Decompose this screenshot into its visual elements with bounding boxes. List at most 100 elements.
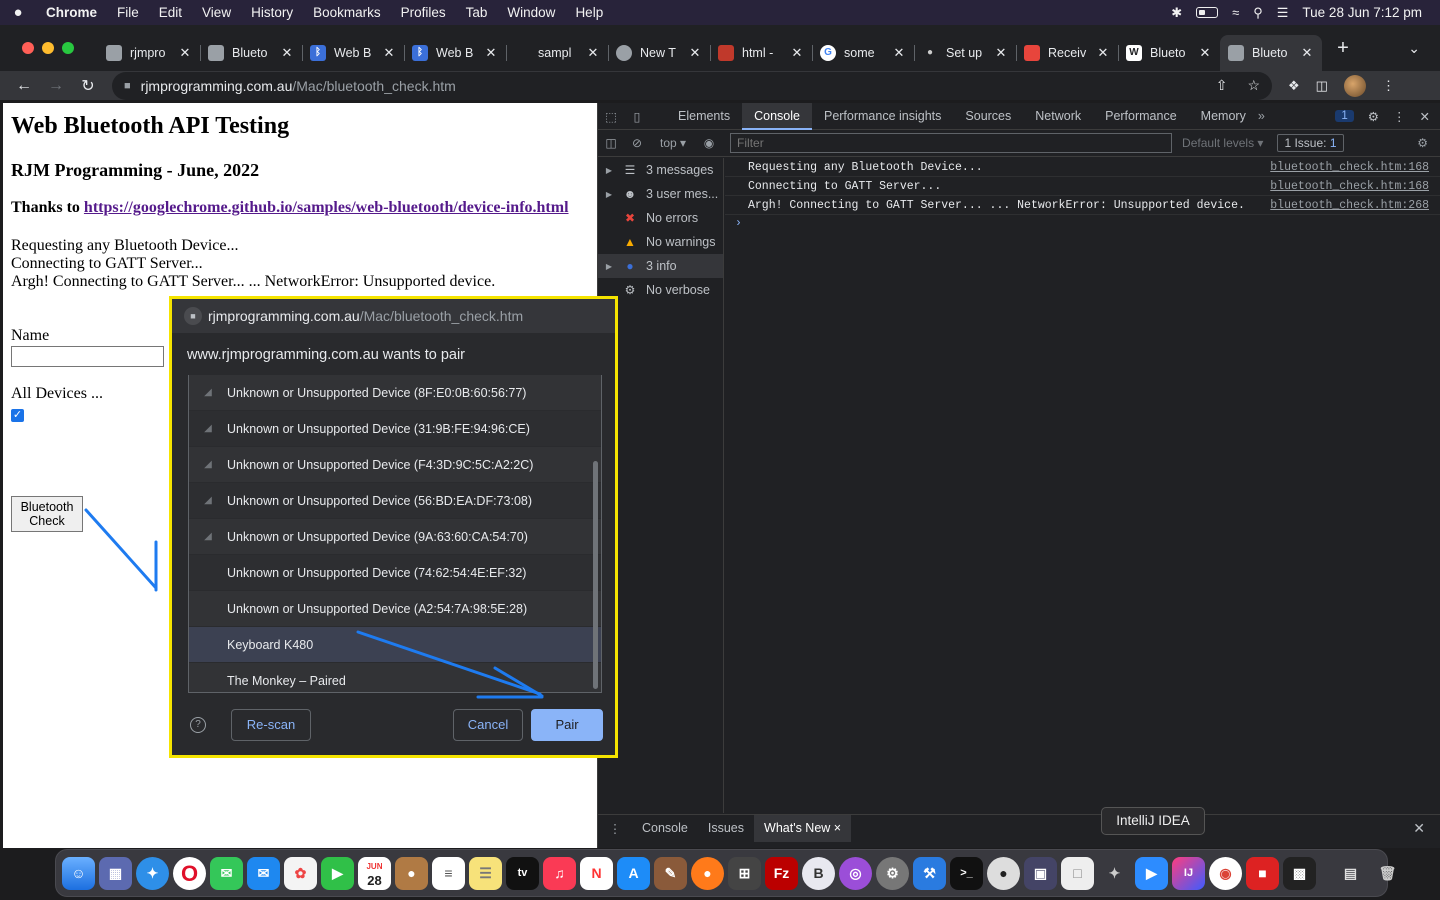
control-center-icon[interactable]: ☰	[1277, 5, 1289, 21]
menu-profiles[interactable]: Profiles	[391, 5, 456, 20]
device-list[interactable]: ◢ Unknown or Unsupported Device (8F:E0:0B…	[188, 375, 602, 693]
tab-close-icon[interactable]: ✕	[586, 45, 600, 61]
tab-performance[interactable]: Performance	[1093, 103, 1189, 130]
contacts-icon[interactable]: ●	[395, 856, 428, 890]
help-icon[interactable]: ?	[190, 717, 206, 733]
all-devices-checkbox[interactable]: ✓	[11, 409, 24, 422]
reminders-icon[interactable]: ≡	[432, 856, 465, 890]
preview-icon[interactable]: ▣	[1024, 856, 1057, 890]
sidebar-errors[interactable]: ✖ No errors	[598, 206, 723, 230]
device-item[interactable]: ◢ Unknown or Unsupported Device (56:BD:EA…	[189, 483, 601, 519]
tab-close-icon[interactable]: ✕	[790, 45, 804, 61]
menu-window[interactable]: Window	[497, 5, 565, 20]
menu-tab[interactable]: Tab	[456, 5, 498, 20]
device-item[interactable]: ◢ Unknown or Unsupported Device (9A:63:60…	[189, 519, 601, 555]
notes-icon[interactable]: ☰	[469, 856, 502, 890]
chrome-menu-icon[interactable]: ⋮	[1382, 78, 1395, 94]
xcode-icon[interactable]: ⚒	[913, 856, 946, 890]
tab-web-bluetooth-2[interactable]: ᛒ Web B ✕	[404, 35, 506, 71]
tab-receive[interactable]: Receiv ✕	[1016, 35, 1118, 71]
close-window-icon[interactable]	[22, 42, 34, 54]
console-source-link[interactable]: bluetooth_check.htm:168	[1270, 161, 1440, 174]
live-expression-eye-icon[interactable]: ◉	[696, 136, 722, 150]
document-icon[interactable]: □	[1061, 856, 1094, 890]
firefox-icon[interactable]: ●	[691, 856, 724, 890]
sidebar-user-messages[interactable]: ▶ ☻ 3 user mes...	[598, 182, 723, 206]
app-store-icon[interactable]: A	[617, 856, 650, 890]
extensions-puzzle-icon[interactable]: ❖	[1288, 78, 1300, 94]
forward-arrow-icon[interactable]: →	[40, 77, 72, 95]
tab-bluetooth-active[interactable]: Blueto ✕	[1220, 35, 1322, 71]
device-item[interactable]: ◢ Unknown or Unsupported Device (8F:E0:0B…	[189, 375, 601, 411]
device-toolbar-icon[interactable]: ▯	[624, 109, 650, 124]
back-arrow-icon[interactable]: ←	[8, 77, 40, 95]
cancel-button[interactable]: Cancel	[453, 709, 523, 741]
terminal-icon[interactable]: >_	[950, 856, 983, 890]
tab-rjmprogramming[interactable]: rjmpro ✕	[98, 35, 200, 71]
expand-arrow-icon[interactable]: ▶	[598, 190, 620, 199]
thanks-link[interactable]: https://googlechrome.github.io/samples/w…	[84, 199, 569, 216]
menu-app-chrome[interactable]: Chrome	[36, 5, 107, 20]
device-item[interactable]: ◢ Unknown or Unsupported Device (F4:3D:9C…	[189, 447, 601, 483]
bbedit-icon[interactable]: B	[802, 856, 835, 890]
tab-close-icon[interactable]: ✕	[1300, 45, 1314, 61]
trash-icon[interactable]: 🗑	[1371, 857, 1404, 890]
console-source-link[interactable]: bluetooth_check.htm:168	[1270, 180, 1440, 193]
zoom-icon[interactable]: ▶	[1135, 856, 1168, 890]
reload-icon[interactable]: ↻	[72, 76, 104, 96]
menu-file[interactable]: File	[107, 5, 149, 20]
tab-console[interactable]: Console	[742, 102, 812, 130]
filezilla-icon[interactable]: Fz	[765, 856, 798, 890]
sidebar-info[interactable]: ▶ ● 3 info	[598, 254, 723, 278]
menu-help[interactable]: Help	[565, 5, 613, 20]
tab-bluetooth-1[interactable]: Blueto ✕	[200, 35, 302, 71]
sidebar-messages[interactable]: ▶ ☰ 3 messages	[598, 158, 723, 182]
context-selector[interactable]: top ▾	[650, 136, 696, 150]
device-item[interactable]: The Monkey – Paired	[189, 663, 601, 692]
settings-gear-icon[interactable]: ⚙	[1368, 109, 1379, 124]
drawer-tab-issues[interactable]: Issues	[698, 815, 754, 842]
inspect-element-icon[interactable]: ⬚	[598, 109, 624, 124]
elephant-app-icon[interactable]: ●	[987, 856, 1020, 890]
tab-memory[interactable]: Memory	[1189, 103, 1258, 130]
console-filter-input[interactable]	[730, 133, 1173, 153]
expand-arrow-icon[interactable]: ▶	[598, 166, 620, 175]
tab-close-icon[interactable]: ✕	[382, 45, 396, 61]
calendar-icon[interactable]: JUN 28	[358, 856, 391, 890]
close-tab-icon[interactable]: ×	[834, 821, 841, 835]
intellij-idea-icon[interactable]: IJ	[1172, 856, 1205, 890]
downloads-stack-icon[interactable]: ▤	[1334, 857, 1367, 890]
podcasts-icon[interactable]: ◎	[839, 856, 872, 890]
tab-search-chevron-icon[interactable]: ⌄	[1408, 40, 1420, 57]
issues-badge[interactable]: 1	[1335, 110, 1354, 122]
more-tabs-chevron-icon[interactable]: »	[1258, 109, 1265, 123]
drawer-menu-icon[interactable]: ⋮	[598, 821, 632, 836]
tab-web-bluetooth-1[interactable]: ᛒ Web B ✕	[302, 35, 404, 71]
safari-icon[interactable]: ✦	[136, 856, 169, 890]
tab-network[interactable]: Network	[1023, 103, 1093, 130]
tab-html[interactable]: html - ✕	[710, 35, 812, 71]
tab-sources[interactable]: Sources	[953, 103, 1023, 130]
red-app-icon[interactable]: ■	[1246, 856, 1279, 890]
name-input[interactable]	[11, 346, 164, 367]
menu-clock[interactable]: Tue 28 Jun 7:12 pm	[1302, 5, 1422, 20]
paint-app-icon[interactable]: ✎	[654, 856, 687, 890]
chrome-icon[interactable]: ◉	[1209, 856, 1242, 890]
system-preferences-icon[interactable]: ⚙	[876, 856, 909, 890]
console-source-link[interactable]: bluetooth_check.htm:268	[1270, 199, 1440, 212]
tab-elements[interactable]: Elements	[666, 103, 742, 130]
news-icon[interactable]: N	[580, 856, 613, 890]
tab-performance-insights[interactable]: Performance insights	[812, 103, 953, 130]
zoom-window-icon[interactable]	[62, 42, 74, 54]
console-prompt[interactable]: ›	[725, 215, 1440, 233]
device-item[interactable]: Unknown or Unsupported Device (74:62:54:…	[189, 555, 601, 591]
tab-set-up[interactable]: ● Set up ✕	[914, 35, 1016, 71]
music-icon[interactable]: ♫	[543, 856, 576, 890]
drawer-tab-console[interactable]: Console	[632, 815, 698, 842]
drawer-tab-whats-new[interactable]: What's New ×	[754, 814, 852, 842]
mail-icon[interactable]: ✉	[247, 856, 280, 890]
pair-button[interactable]: Pair	[531, 709, 603, 741]
bluetooth-icon[interactable]: ✱	[1171, 5, 1182, 21]
menu-bookmarks[interactable]: Bookmarks	[303, 5, 391, 20]
minimize-window-icon[interactable]	[42, 42, 54, 54]
